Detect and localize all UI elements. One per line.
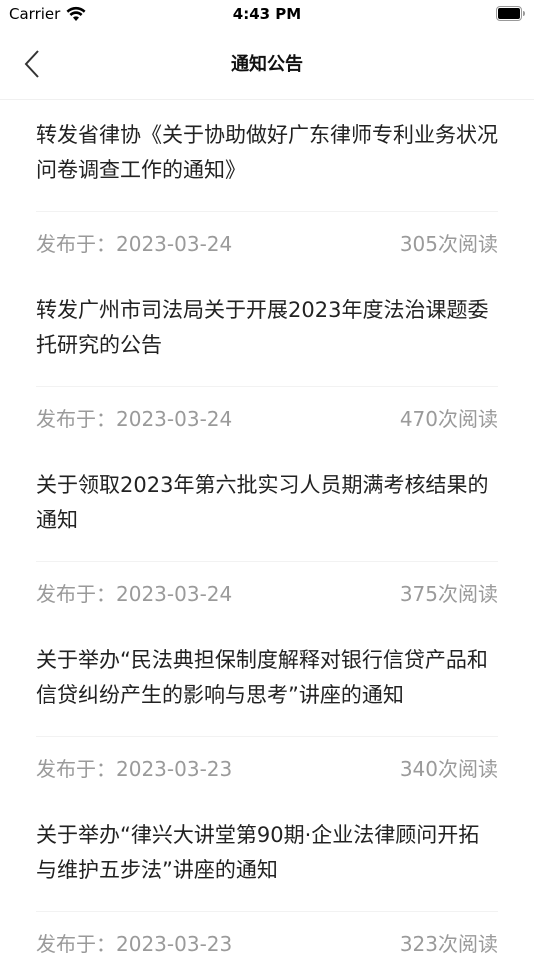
- notice-date: 发布于：2023-03-23: [36, 757, 233, 781]
- status-time: 4:43 PM: [232, 5, 302, 23]
- notice-views: 470次阅读: [399, 407, 498, 431]
- notice-title: 关于举办“律兴大讲堂第90期·企业法律顾问开拓与维护五步法”讲座的通知: [36, 823, 480, 882]
- status-bar: Carrier 4:43 PM: [0, 0, 534, 28]
- notice-views: 340次阅读: [399, 757, 498, 781]
- notice-views: 305次阅读: [399, 232, 498, 256]
- notice-date: 发布于：2023-03-24: [36, 582, 233, 606]
- notice-item[interactable]: 关于领取2023年第六批实习人员期满考核结果的通知 发布于：2023-03-24…: [0, 450, 534, 625]
- divider: [36, 386, 498, 387]
- notice-title: 关于举办“民法典担保制度解释对银行信贷产品和信贷纠纷产生的影响与思考”讲座的通知: [36, 648, 488, 707]
- notice-views: 375次阅读: [399, 582, 498, 606]
- divider: [36, 561, 498, 562]
- notice-views: 323次阅读: [399, 932, 498, 956]
- notice-item[interactable]: 关于举办“律兴大讲堂第90期·企业法律顾问开拓与维护五步法”讲座的通知 发布于：…: [0, 800, 534, 975]
- notice-list: 转发省律协《关于协助做好广东律师专利业务状况问卷调查工作的通知》 发布于：202…: [0, 100, 534, 975]
- battery-icon: [496, 6, 525, 21]
- page-title: 通知公告: [231, 54, 303, 75]
- notice-item[interactable]: 关于举办“民法典担保制度解释对银行信贷产品和信贷纠纷产生的影响与思考”讲座的通知…: [0, 625, 534, 800]
- notice-title: 转发省律协《关于协助做好广东律师专利业务状况问卷调查工作的通知》: [36, 123, 498, 182]
- notice-title: 转发广州市司法局关于开展2023年度法治课题委托研究的公告: [36, 298, 489, 357]
- notice-item[interactable]: 转发广州市司法局关于开展2023年度法治课题委托研究的公告 发布于：2023-0…: [0, 275, 534, 450]
- divider: [36, 211, 498, 212]
- notice-date: 发布于：2023-03-24: [36, 407, 233, 431]
- notice-date: 发布于：2023-03-24: [36, 232, 233, 256]
- notice-date: 发布于：2023-03-23: [36, 932, 233, 956]
- divider: [36, 911, 498, 912]
- notice-item[interactable]: 转发省律协《关于协助做好广东律师专利业务状况问卷调查工作的通知》 发布于：202…: [0, 100, 534, 275]
- notice-title: 关于领取2023年第六批实习人员期满考核结果的通知: [36, 473, 489, 532]
- nav-bar: 通知公告: [0, 28, 534, 100]
- divider: [36, 736, 498, 737]
